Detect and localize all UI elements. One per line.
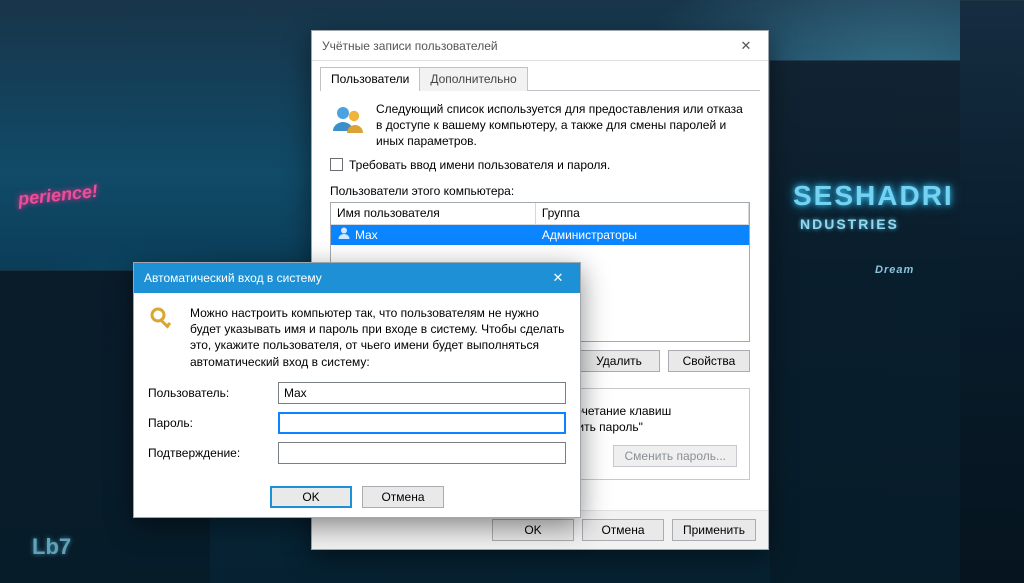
key-icon	[148, 305, 178, 370]
user-label: Пользователь:	[148, 386, 278, 400]
ok-button[interactable]: OK	[270, 486, 352, 508]
password-label: Пароль:	[148, 416, 278, 430]
ok-button[interactable]: OK	[492, 519, 574, 541]
dialog-title: Учётные записи пользователей	[322, 39, 498, 53]
cancel-button[interactable]: Отмена	[582, 519, 664, 541]
confirm-field[interactable]	[278, 442, 566, 464]
auto-logon-dialog: Автоматический вход в систему ✕ Можно на…	[133, 262, 581, 518]
user-list-label: Пользователи этого компьютера:	[330, 184, 750, 198]
close-icon[interactable]: ✕	[726, 34, 766, 58]
tab-users[interactable]: Пользователи	[320, 67, 420, 91]
intro-text: Следующий список используется для предос…	[376, 101, 750, 150]
cell-group: Администраторы	[542, 228, 637, 242]
cell-username: Max	[355, 228, 378, 242]
list-row[interactable]: Max Администраторы	[331, 225, 749, 245]
password-field[interactable]	[278, 412, 566, 434]
dialog-title: Автоматический вход в систему	[144, 271, 322, 285]
require-login-checkbox[interactable]: Требовать ввод имени пользователя и паро…	[330, 158, 750, 172]
tab-strip: Пользователи Дополнительно	[320, 66, 760, 91]
user-icon	[337, 226, 351, 243]
user-field[interactable]	[278, 382, 566, 404]
titlebar[interactable]: Учётные записи пользователей ✕	[312, 31, 768, 61]
user-props-button[interactable]: Свойства	[668, 350, 750, 372]
checkbox-icon[interactable]	[330, 158, 343, 171]
require-login-label: Требовать ввод имени пользователя и паро…	[349, 158, 610, 172]
list-header[interactable]: Имя пользователя Группа	[331, 203, 749, 225]
confirm-label: Подтверждение:	[148, 446, 278, 460]
remove-user-button[interactable]: Удалить	[578, 350, 660, 372]
auto-logon-intro: Можно настроить компьютер так, что польз…	[190, 305, 566, 370]
column-username[interactable]: Имя пользователя	[331, 203, 536, 224]
cancel-button[interactable]: Отмена	[362, 486, 444, 508]
change-password-button[interactable]: Сменить пароль...	[613, 445, 737, 467]
tab-advanced[interactable]: Дополнительно	[419, 67, 527, 91]
apply-button[interactable]: Применить	[672, 519, 756, 541]
close-icon[interactable]: ✕	[538, 266, 578, 290]
titlebar[interactable]: Автоматический вход в систему ✕	[134, 263, 580, 293]
column-group[interactable]: Группа	[536, 203, 749, 224]
users-icon	[330, 101, 366, 150]
